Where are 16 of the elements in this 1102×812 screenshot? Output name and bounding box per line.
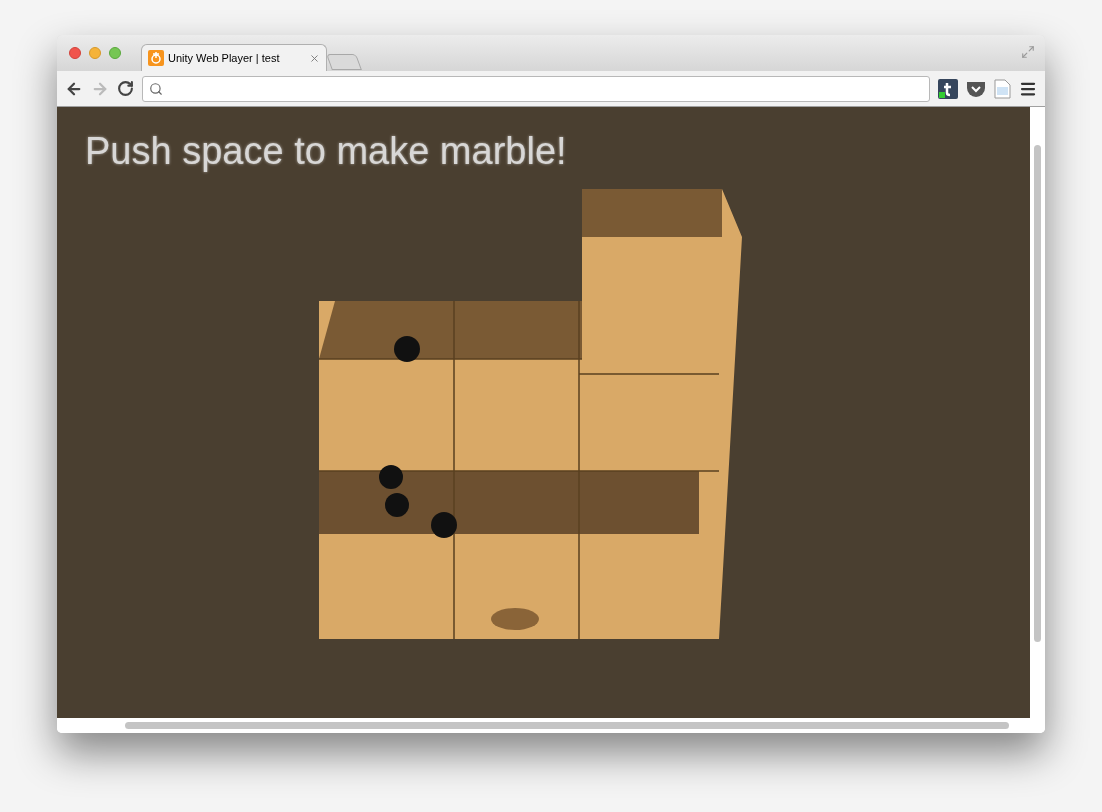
close-window-icon[interactable] xyxy=(69,47,81,59)
reload-button[interactable] xyxy=(117,80,134,97)
favicon-icon xyxy=(148,50,164,66)
search-icon xyxy=(149,81,163,96)
game-viewport[interactable]: Push space to make marble! xyxy=(57,107,1030,718)
browser-tab[interactable]: Unity Web Player | test xyxy=(141,44,327,71)
fullscreen-icon[interactable] xyxy=(1021,45,1035,59)
extension-icon[interactable] xyxy=(938,78,958,99)
tab-title: Unity Web Player | test xyxy=(168,50,281,66)
minimize-window-icon[interactable] xyxy=(89,47,101,59)
close-tab-icon[interactable] xyxy=(309,52,320,64)
new-tab-button[interactable] xyxy=(326,54,362,70)
document-icon[interactable] xyxy=(994,78,1011,99)
pocket-icon[interactable] xyxy=(966,79,986,98)
zoom-window-icon[interactable] xyxy=(109,47,121,59)
game-message: Push space to make marble! xyxy=(85,130,567,172)
